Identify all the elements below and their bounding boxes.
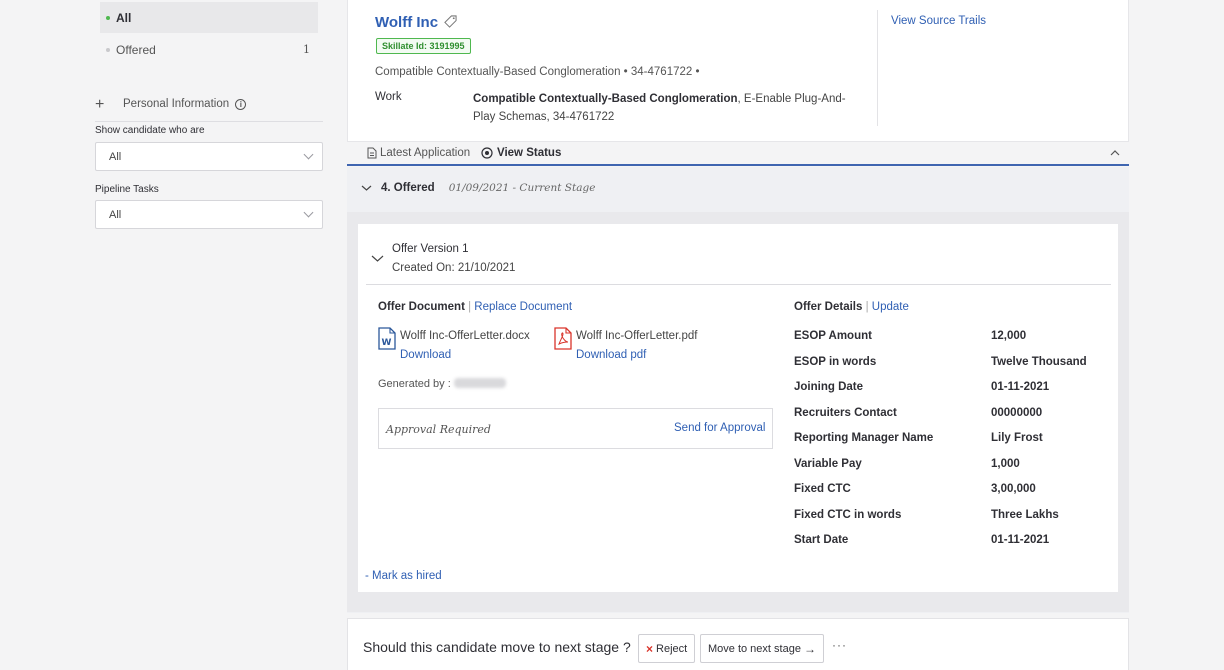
detail-label: Variable Pay bbox=[794, 458, 862, 470]
info-icon: i bbox=[235, 99, 247, 110]
detail-value: 12,000 bbox=[991, 330, 1027, 342]
filter-count: 1 bbox=[303, 43, 310, 56]
offer-document-title: Offer Document bbox=[378, 301, 465, 313]
filter-all[interactable]: All bbox=[100, 2, 318, 33]
reject-button[interactable]: × Reject bbox=[638, 634, 696, 663]
select-value: All bbox=[109, 208, 122, 221]
candidate-summary: Compatible Contextually-Based Conglomera… bbox=[375, 66, 700, 78]
filter-label: Offered bbox=[116, 42, 156, 57]
detail-value: 01-11-2021 bbox=[991, 534, 1050, 546]
show-candidate-select[interactable]: All bbox=[95, 142, 323, 171]
dot-icon bbox=[106, 47, 110, 52]
send-for-approval-link[interactable]: Send for Approval bbox=[674, 422, 765, 434]
plus-icon[interactable]: + bbox=[95, 96, 104, 114]
detail-value: 01-11-2021 bbox=[991, 381, 1050, 393]
tab-label: View Status bbox=[497, 147, 562, 159]
personal-information-label: Personal Information bbox=[123, 98, 230, 110]
pdf-document-icon bbox=[554, 327, 572, 350]
approval-required-text: Approval Required bbox=[386, 423, 491, 436]
close-icon: × bbox=[646, 641, 654, 656]
pipeline-tasks-label: Pipeline Tasks bbox=[95, 184, 159, 195]
detail-label: Start Date bbox=[794, 534, 849, 546]
blurred-author bbox=[453, 378, 506, 388]
detail-label: ESOP Amount bbox=[794, 330, 872, 342]
next-stage-question: Should this candidate move to next stage… bbox=[363, 639, 631, 655]
document-icon bbox=[367, 147, 377, 159]
detail-label: Joining Date bbox=[794, 381, 864, 393]
pdf-download-link[interactable]: Download pdf bbox=[576, 349, 646, 361]
detail-value: Lily Frost bbox=[991, 432, 1043, 444]
word-document-icon: W bbox=[378, 327, 396, 350]
detail-value: 00000000 bbox=[991, 407, 1043, 419]
detail-value: 3,00,000 bbox=[991, 483, 1036, 495]
detail-value: Three Lakhs bbox=[991, 509, 1059, 521]
chevron-down-icon bbox=[361, 185, 372, 191]
work-label: Work bbox=[375, 91, 402, 103]
filter-label: All bbox=[116, 10, 132, 25]
mark-as-hired-link[interactable]: - Mark as hired bbox=[365, 570, 442, 582]
show-candidate-label: Show candidate who are bbox=[95, 125, 205, 136]
detail-label: Reporting Manager Name bbox=[794, 432, 934, 444]
view-source-trails-link[interactable]: View Source Trails bbox=[891, 15, 986, 27]
chevron-down-icon bbox=[303, 149, 314, 160]
offer-version: Offer Version 1 bbox=[392, 243, 469, 255]
active-dot-icon bbox=[106, 15, 110, 20]
tab-latest-application[interactable]: Latest Application bbox=[367, 147, 470, 159]
work-details: Compatible Contextually-Based Conglomera… bbox=[473, 90, 863, 126]
pdf-file-name: Wolff Inc-OfferLetter.pdf bbox=[576, 330, 698, 342]
candidate-name-text: Wolff Inc bbox=[375, 14, 439, 31]
chevron-down-icon bbox=[303, 207, 314, 218]
arrow-right-icon: → bbox=[803, 641, 816, 656]
vertical-divider bbox=[877, 10, 878, 126]
select-value: All bbox=[109, 150, 122, 163]
tag-icon[interactable] bbox=[444, 15, 457, 28]
tab-view-status[interactable]: View Status bbox=[481, 147, 561, 159]
stage-name: 4. Offered bbox=[381, 182, 435, 194]
skillate-id-badge: Skillate Id: 3191995 bbox=[376, 38, 471, 54]
offer-document-header: Offer Document | Replace Document bbox=[378, 301, 573, 313]
stage-date: 01/09/2021 - Current Stage bbox=[448, 182, 596, 194]
svg-text:W: W bbox=[382, 338, 392, 348]
candidate-name[interactable]: Wolff Inc bbox=[375, 14, 457, 31]
tab-label: Latest Application bbox=[380, 147, 471, 159]
detail-value: Twelve Thousand bbox=[991, 356, 1087, 368]
chevron-up-icon[interactable] bbox=[1110, 149, 1120, 157]
generated-by-label: Generated by : bbox=[378, 378, 451, 390]
detail-label: Recruiters Contact bbox=[794, 407, 897, 419]
stage-header[interactable]: 4. Offered 01/09/2021 - Current Stage bbox=[361, 182, 595, 194]
replace-document-link[interactable]: Replace Document bbox=[474, 301, 572, 313]
generated-by: Generated by : bbox=[378, 378, 506, 390]
detail-label: ESOP in words bbox=[794, 356, 877, 368]
work-company: Compatible Contextually-Based Conglomera… bbox=[473, 93, 738, 105]
update-link[interactable]: Update bbox=[872, 301, 909, 313]
docx-download-link[interactable]: Download bbox=[400, 349, 451, 361]
more-options-icon[interactable]: ··· bbox=[832, 638, 847, 652]
chevron-down-icon[interactable] bbox=[371, 254, 384, 263]
move-next-label: Move to next stage bbox=[708, 642, 801, 655]
docx-file-name: Wolff Inc-OfferLetter.docx bbox=[400, 330, 530, 342]
target-icon bbox=[481, 147, 493, 159]
move-next-stage-button[interactable]: Move to next stage → bbox=[700, 634, 824, 663]
divider bbox=[366, 284, 1111, 285]
detail-value: 1,000 bbox=[991, 458, 1020, 470]
pipeline-tasks-select[interactable]: All bbox=[95, 200, 323, 229]
detail-label: Fixed CTC bbox=[794, 483, 851, 495]
offer-details-header: Offer Details | Update bbox=[794, 301, 909, 313]
reject-label: Reject bbox=[656, 642, 688, 655]
divider bbox=[95, 121, 323, 122]
filter-offered[interactable]: Offered 1 bbox=[100, 34, 318, 65]
personal-information-toggle[interactable]: Personal Information i bbox=[123, 98, 247, 110]
detail-label: Fixed CTC in words bbox=[794, 509, 902, 521]
offer-created-on: Created On: 21/10/2021 bbox=[392, 262, 516, 274]
offer-details-title: Offer Details bbox=[794, 301, 863, 313]
